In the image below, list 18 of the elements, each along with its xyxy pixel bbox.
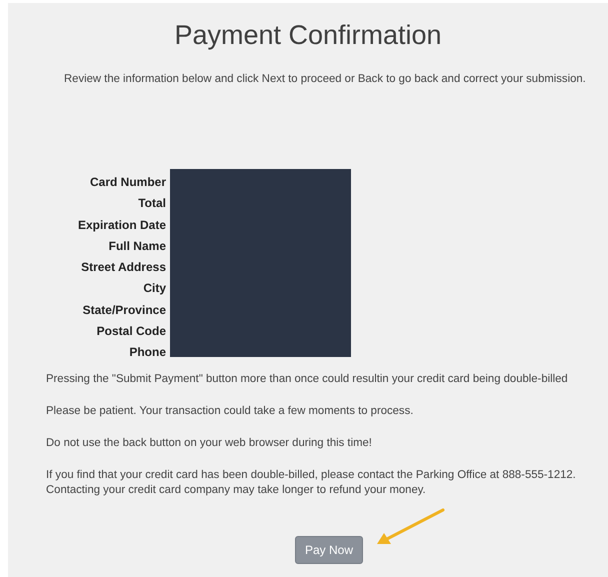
field-label: Full Name (108, 238, 166, 255)
field-label: Street Address (80, 259, 166, 276)
page-title: Payment Confirmation (173, 19, 443, 51)
notice-text: Please be patient. Your transaction could take a few moments to process. (46, 404, 414, 419)
notice-text: Do not use the back button on your web browser during this time! (46, 436, 373, 451)
field-label: Expiration Date (76, 216, 166, 234)
pay-now-button[interactable]: Pay Now (294, 536, 364, 564)
field-label: Postal Code (96, 323, 166, 340)
notice-text: Pressing the "Submit Payment" button more than once could resultin your credit card being double-billed (46, 372, 569, 387)
arrow-icon (375, 506, 447, 547)
field-label: Card Number (88, 174, 166, 191)
field-label: Total (137, 195, 166, 212)
field-label: Phone (128, 344, 166, 362)
field-label: State/Province (82, 302, 166, 319)
notice-text: If you find that your credit card has been double-billed, please contact the Parking Office at 888-555-1212. (46, 468, 577, 483)
field-label: City (142, 280, 166, 298)
notice-text: Contacting your credit card company may take longer to refund your money. (46, 482, 427, 498)
instructions-text: Review the information below and click Next to proceed or Back to go back and correct your submission. (64, 73, 587, 85)
